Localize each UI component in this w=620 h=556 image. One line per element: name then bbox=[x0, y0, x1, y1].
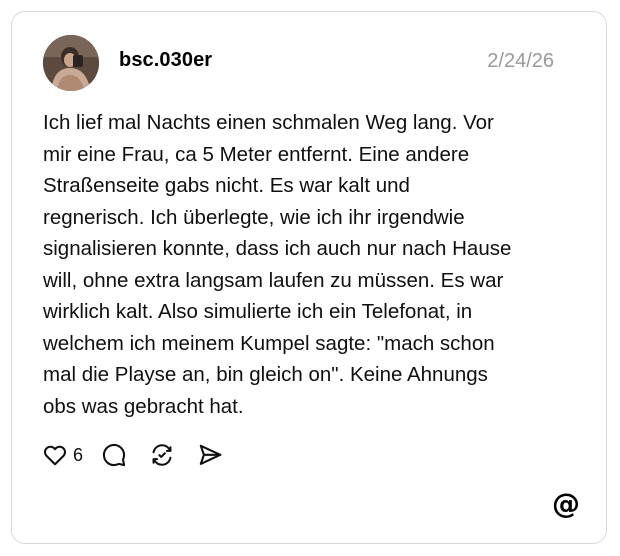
threads-logo-icon[interactable]: @ bbox=[552, 490, 580, 518]
send-icon bbox=[199, 444, 222, 465]
post-text: Ich lief mal Nachts einen schmalen Weg l… bbox=[43, 111, 512, 418]
like-count: 6 bbox=[73, 444, 84, 465]
share-button[interactable] bbox=[197, 442, 223, 468]
post-card: bsc.030er 2/24/26 Ich lief mal Nachts ei… bbox=[11, 11, 607, 544]
post-actions: 6 bbox=[42, 440, 223, 470]
comment-bubble-icon bbox=[102, 443, 126, 467]
like-button[interactable]: 6 bbox=[42, 442, 83, 468]
post-timestamp: 2/24/26 bbox=[487, 50, 554, 72]
avatar-image bbox=[43, 35, 99, 91]
avatar[interactable] bbox=[43, 35, 99, 91]
comment-button[interactable] bbox=[101, 442, 127, 468]
heart-icon bbox=[44, 445, 66, 466]
repost-button[interactable] bbox=[149, 442, 175, 468]
username[interactable]: bsc.030er bbox=[119, 49, 212, 72]
repost-icon bbox=[152, 444, 172, 466]
